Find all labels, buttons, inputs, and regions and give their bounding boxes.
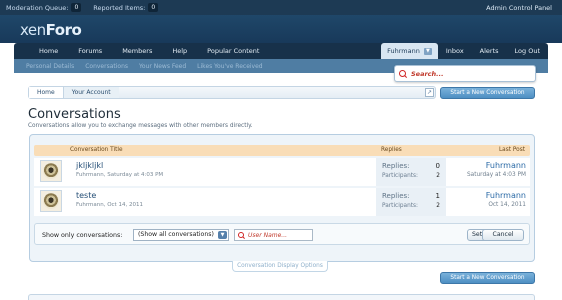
reported-items-count: 0 [148, 3, 159, 12]
conversation-stats: Replies: 0 Participants: 2 [376, 158, 446, 186]
participants-label: Participants: [382, 173, 419, 179]
start-conversation-button-bottom[interactable]: Start a New Conversation [440, 272, 535, 284]
conversation-filter-select[interactable]: (Show all conversations) ▼ [133, 229, 229, 241]
start-date: Saturday at 4:03 PM [107, 172, 164, 178]
last-post-date[interactable]: Saturday at 4:03 PM [467, 172, 526, 178]
last-post-user[interactable]: Fuhrmann [486, 161, 526, 170]
breadcrumb-your-account[interactable]: Your Account [63, 87, 119, 98]
username-field[interactable]: User Name... [234, 229, 313, 241]
column-header-title[interactable]: Conversation Title [70, 147, 123, 153]
logo-text-2: Foro [45, 21, 82, 39]
filter-label: Show only conversations: [42, 232, 123, 239]
site-logo[interactable]: xenForo [20, 21, 82, 39]
nav-tab-alerts[interactable]: Alerts [472, 43, 507, 59]
nav-tab-popular-content[interactable]: Popular Content [197, 43, 269, 59]
conversation-title-link[interactable]: teste [76, 191, 96, 200]
participants-count: 2 [436, 203, 440, 209]
filter-select-value: (Show all conversations) [138, 231, 214, 238]
logo-text-1: xen [20, 21, 46, 39]
chevron-down-icon[interactable]: ▼ [423, 47, 432, 55]
last-post-date[interactable]: Oct 14, 2011 [488, 202, 526, 208]
main-navigation: Home Forums Members Help Popular Content… [14, 43, 548, 59]
conversation-meta: Fuhrmann, Oct 14, 2011 [76, 202, 143, 208]
admin-control-panel-link[interactable]: Admin Control Panel [486, 4, 552, 12]
moderator-bar: Moderation Queue: 0 Reported Items: 0 Ad… [0, 0, 562, 15]
starter-name[interactable]: Fuhrmann [76, 172, 104, 178]
bottom-breadcrumb [28, 294, 535, 300]
moderation-queue-label: Moderation Queue: [6, 3, 69, 12]
search-box[interactable]: Search... [394, 65, 536, 82]
account-username: Fuhrmann [387, 47, 420, 55]
chevron-down-icon[interactable]: ▼ [218, 231, 227, 239]
breadcrumb-home[interactable]: Home [29, 87, 64, 98]
conversation-list-panel: Conversation Title Replies Last Post jkl… [29, 134, 535, 262]
last-post-user[interactable]: Fuhrmann [486, 191, 526, 200]
conversation-filter-bar: Show only conversations: (Show all conve… [34, 223, 530, 245]
moderation-queue-count: 0 [71, 3, 82, 12]
subnav-news-feed[interactable]: Your News Feed [139, 63, 186, 70]
search-input[interactable]: Search... [411, 70, 444, 78]
page-description: Conversations allow you to exchange mess… [28, 123, 253, 129]
nav-tab-forums[interactable]: Forums [68, 43, 112, 59]
subnav-likes-received[interactable]: Likes You've Received [197, 63, 262, 70]
subnav-conversations[interactable]: Conversations [85, 63, 128, 70]
nav-tab-help[interactable]: Help [162, 43, 197, 59]
start-conversation-button-top[interactable]: Start a New Conversation [440, 87, 535, 99]
search-icon [238, 231, 245, 239]
subnav-personal-details[interactable]: Personal Details [26, 63, 74, 70]
nav-tab-inbox[interactable]: Inbox [438, 43, 472, 59]
account-menu-tab[interactable]: Fuhrmann ▼ [381, 43, 438, 59]
avatar[interactable] [40, 190, 62, 212]
site-header: xenForo [0, 15, 562, 43]
reported-items-link[interactable]: Reported Items: 0 [93, 3, 159, 12]
nav-tab-logout[interactable]: Log Out [507, 43, 548, 59]
breadcrumb: Home Your Account ↗ [28, 86, 436, 99]
reported-items-label: Reported Items: [93, 3, 146, 12]
conversation-stats: Replies: 1 Participants: 2 [376, 188, 446, 216]
replies-label: Replies: [382, 192, 410, 200]
search-icon [399, 69, 407, 78]
starter-name[interactable]: Fuhrmann [76, 202, 104, 208]
avatar[interactable] [40, 160, 62, 182]
display-options-tab[interactable]: Conversation Display Options [232, 261, 328, 272]
participants-count: 2 [436, 173, 440, 179]
column-header-last-post[interactable]: Last Post [499, 147, 525, 153]
conversation-meta: Fuhrmann, Saturday at 4:03 PM [76, 172, 164, 178]
participants-label: Participants: [382, 203, 419, 209]
replies-label: Replies: [382, 162, 410, 170]
moderation-queue-link[interactable]: Moderation Queue: 0 [6, 3, 82, 12]
username-input[interactable]: User Name... [248, 232, 287, 239]
nav-tab-members[interactable]: Members [112, 43, 162, 59]
replies-count: 1 [435, 192, 440, 200]
start-date: Oct 14, 2011 [107, 202, 143, 208]
nav-tab-home[interactable]: Home [14, 43, 68, 59]
table-row: teste Fuhrmann, Oct 14, 2011 Replies: 1 … [34, 188, 530, 216]
jump-menu-icon[interactable]: ↗ [425, 88, 434, 97]
conversation-title-link[interactable]: jkljkljkl [76, 161, 103, 170]
table-row: jkljkljkl Fuhrmann, Saturday at 4:03 PM … [34, 158, 530, 186]
page-title: Conversations [28, 107, 121, 122]
table-header: Conversation Title Replies Last Post [34, 145, 530, 156]
column-header-replies[interactable]: Replies [381, 147, 402, 153]
cancel-button[interactable]: Cancel [482, 229, 524, 241]
replies-count: 0 [435, 162, 440, 170]
